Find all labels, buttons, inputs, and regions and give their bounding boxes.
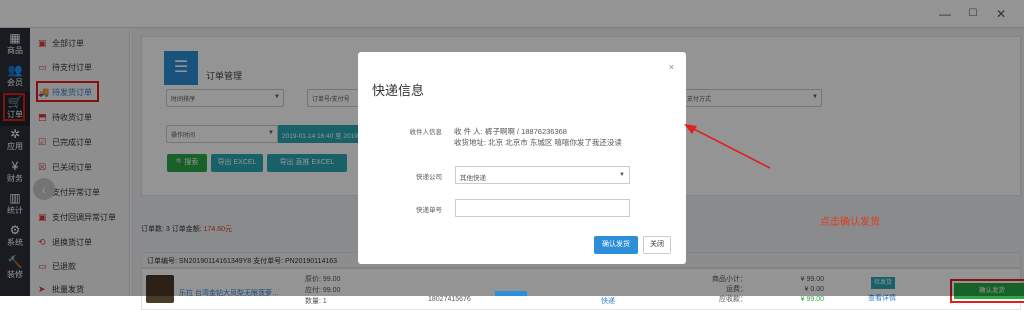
buyer-phone: 18027415676 (428, 296, 471, 303)
receivable-label: 应收款： (719, 296, 747, 303)
arrow-head (684, 124, 697, 134)
quantity: 数量: 1 (305, 298, 327, 305)
ship-method: 快递 (601, 298, 615, 305)
receivable-value: ¥ 99.00 (800, 296, 824, 303)
annotation-arrow (684, 124, 771, 169)
annotation-text: 点击确认发货 (820, 217, 880, 228)
arrow-line (687, 125, 771, 169)
